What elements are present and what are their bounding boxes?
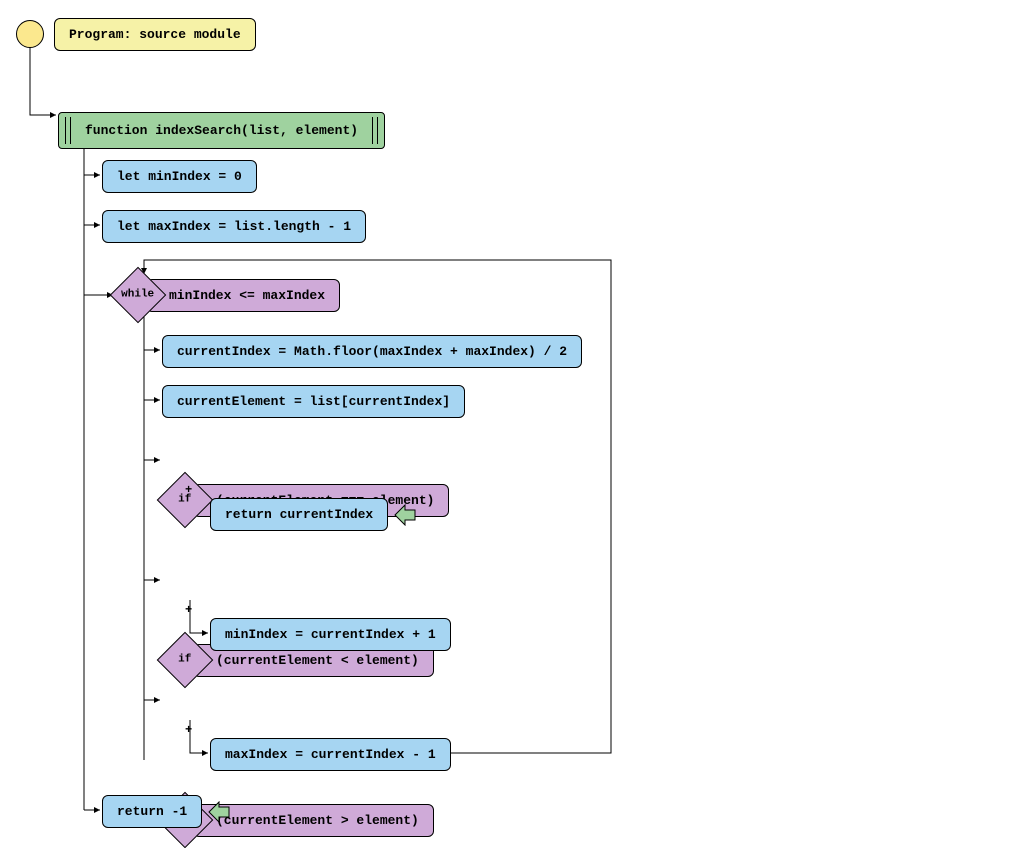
if2-body-label: minIndex = currentIndex + 1: [210, 618, 451, 651]
start-node: [16, 20, 44, 48]
start-circle-icon: [16, 20, 44, 48]
stmt-current-index: currentIndex = Math.floor(maxIndex + max…: [162, 335, 582, 368]
function-bar-right-icon: [372, 117, 378, 144]
stmt-max-init-label: let maxIndex = list.length - 1: [102, 210, 366, 243]
return-neg1-label: return -1: [102, 795, 202, 828]
while-node: while minIndex <= maxIndex: [118, 275, 1024, 315]
if1-body-label: return currentIndex: [210, 498, 388, 531]
if3-node: if (currentElement > element): [165, 800, 1024, 840]
function-signature-label: function indexSearch(list, element): [71, 117, 372, 144]
if2-plus-icon: +: [185, 603, 192, 617]
while-keyword: while: [121, 289, 154, 301]
return-neg1: return -1: [102, 795, 230, 828]
return-arrow-icon-2: [208, 801, 230, 823]
function-box: function indexSearch(list, element): [58, 112, 385, 149]
stmt-max-init: let maxIndex = list.length - 1: [102, 210, 366, 243]
if1-body: return currentIndex: [210, 498, 416, 531]
stmt-min-init-label: let minIndex = 0: [102, 160, 257, 193]
if1-plus-icon: +: [185, 483, 192, 497]
stmt-min-init: let minIndex = 0: [102, 160, 257, 193]
if2-keyword: if: [178, 654, 191, 666]
if3-body-label: maxIndex = currentIndex - 1: [210, 738, 451, 771]
if3-body: maxIndex = currentIndex - 1: [210, 738, 451, 771]
while-condition-label: minIndex <= maxIndex: [146, 279, 340, 312]
if1-diamond-icon: if: [157, 472, 214, 529]
program-title-label: Program: source module: [54, 18, 256, 51]
function-node: function indexSearch(list, element): [58, 112, 385, 149]
stmt-current-index-label: currentIndex = Math.floor(maxIndex + max…: [162, 335, 582, 368]
return-arrow-icon: [394, 504, 416, 526]
stmt-current-element: currentElement = list[currentIndex]: [162, 385, 465, 418]
if2-body: minIndex = currentIndex + 1: [210, 618, 451, 651]
while-diamond-icon: while: [110, 267, 167, 324]
program-title-box: Program: source module: [54, 18, 256, 51]
stmt-current-element-label: currentElement = list[currentIndex]: [162, 385, 465, 418]
if2-diamond-icon: if: [157, 632, 214, 689]
if3-plus-icon: +: [185, 723, 192, 737]
